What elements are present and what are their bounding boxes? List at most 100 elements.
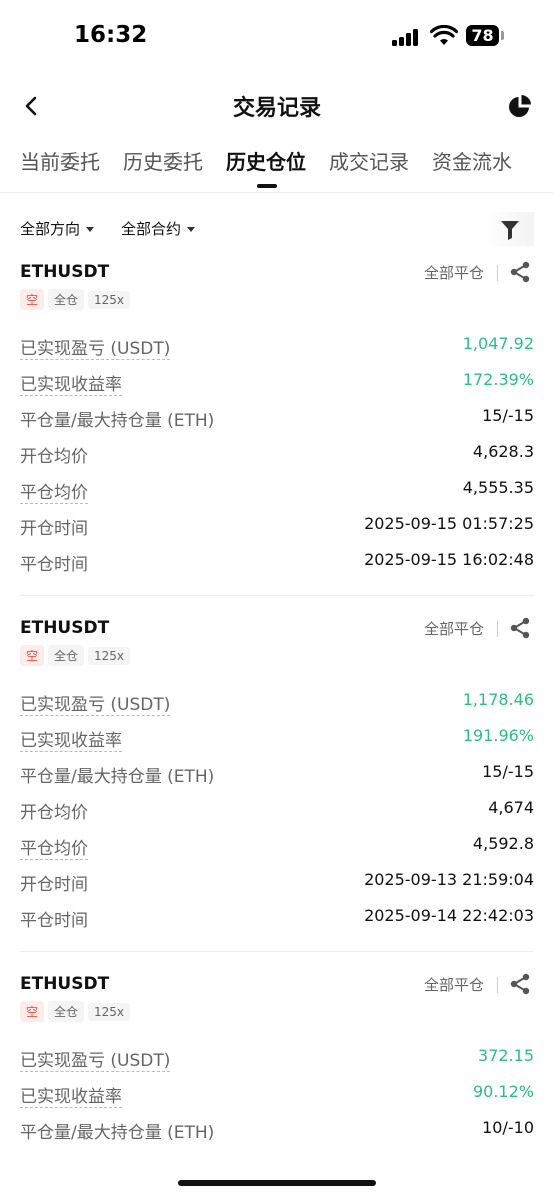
leverage-tag: 125x — [88, 291, 131, 309]
roi-label[interactable]: 已实现收益率 — [20, 370, 122, 396]
open-time-row: 开仓时间 2025-09-13 21:59:04 — [20, 870, 534, 906]
qty-value: 15/-15 — [482, 762, 534, 781]
pnl-label[interactable]: 已实现盈亏 (USDT) — [20, 690, 171, 716]
position-symbol: ETHUSDT — [20, 262, 110, 282]
contract-filter[interactable]: 全部合约 — [121, 218, 196, 239]
separator — [497, 265, 498, 281]
pnl-label[interactable]: 已实现盈亏 (USDT) — [20, 334, 171, 360]
card-divider — [20, 595, 534, 596]
close-time-value: 2025-09-14 22:42:03 — [364, 906, 534, 925]
separator — [497, 977, 498, 993]
close-price-row: 平仓均价 4,555.35 — [20, 478, 534, 514]
tab-order-history[interactable]: 历史委托 — [123, 146, 203, 175]
leverage-tag: 125x — [88, 647, 131, 665]
separator — [497, 621, 498, 637]
open-price-row: 开仓均价 4,628.3 — [20, 442, 534, 478]
qty-row: 平仓量/最大持仓量 (ETH) 10/-10 — [20, 1118, 534, 1154]
margin-mode-tag: 全仓 — [48, 1001, 85, 1022]
filter-bar: 全部方向 全部合约 — [0, 208, 554, 248]
margin-mode-tag: 全仓 — [48, 289, 85, 310]
tab-bar: 当前委托 历史委托 历史仓位 成交记录 资金流水 — [0, 140, 554, 192]
caret-down-icon — [86, 227, 95, 232]
share-icon[interactable] — [508, 260, 532, 284]
share-icon[interactable] — [508, 972, 532, 996]
close-all-button[interactable]: 全部平仓 — [424, 974, 484, 995]
pnl-label[interactable]: 已实现盈亏 (USDT) — [20, 1046, 171, 1072]
qty-row: 平仓量/最大持仓量 (ETH) 15/-15 — [20, 406, 534, 442]
close-all-button[interactable]: 全部平仓 — [424, 618, 484, 639]
share-icon[interactable] — [508, 616, 532, 640]
roi-label[interactable]: 已实现收益率 — [20, 726, 122, 752]
tab-trade-history[interactable]: 成交记录 — [329, 146, 409, 175]
open-price-label: 开仓均价 — [20, 447, 88, 467]
qty-row: 平仓量/最大持仓量 (ETH) 15/-15 — [20, 762, 534, 798]
position-symbol: ETHUSDT — [20, 974, 110, 994]
roi-value: 172.39% — [462, 370, 534, 389]
caret-down-icon — [187, 227, 196, 232]
open-price-label: 开仓均价 — [20, 803, 88, 823]
open-price-row: 开仓均价 4,674 — [20, 798, 534, 834]
tab-funding-flow[interactable]: 资金流水 — [432, 146, 512, 175]
open-price-value: 4,628.3 — [472, 442, 534, 461]
close-time-value: 2025-09-15 16:02:48 — [364, 550, 534, 569]
close-price-value: 4,555.35 — [462, 478, 534, 497]
position-tags: 空全仓 125x — [20, 645, 134, 666]
tab-active-indicator — [257, 184, 277, 188]
battery-tip — [501, 31, 504, 40]
roi-row: 已实现收益率 90.12% — [20, 1082, 534, 1118]
open-time-row: 开仓时间 2025-09-15 01:57:25 — [20, 514, 534, 550]
divider — [0, 192, 554, 193]
margin-mode-tag: 全仓 — [48, 645, 85, 666]
roi-row: 已实现收益率 172.39% — [20, 370, 534, 406]
pnl-row: 已实现盈亏 (USDT) 1,047.92 — [20, 334, 534, 370]
status-bar: 16:32 78 — [0, 0, 554, 70]
close-price-label[interactable]: 平仓均价 — [20, 834, 88, 860]
tab-current-orders[interactable]: 当前委托 — [20, 146, 100, 175]
card-divider — [20, 951, 534, 952]
pnl-row: 已实现盈亏 (USDT) 372.15 — [20, 1046, 534, 1082]
close-time-label: 平仓时间 — [20, 911, 88, 931]
close-time-label: 平仓时间 — [20, 555, 88, 575]
roi-label[interactable]: 已实现收益率 — [20, 1082, 122, 1108]
pnl-value: 1,047.92 — [462, 334, 534, 353]
tab-position-history[interactable]: 历史仓位 — [226, 146, 306, 175]
direction-tag: 空 — [20, 289, 45, 310]
close-time-row: 平仓时间 2025-09-15 16:02:48 — [20, 550, 534, 586]
nav-bar: 交易记录 — [0, 80, 554, 130]
open-time-label: 开仓时间 — [20, 875, 88, 895]
direction-filter[interactable]: 全部方向 — [20, 218, 95, 239]
position-symbol: ETHUSDT — [20, 618, 110, 638]
open-time-label: 开仓时间 — [20, 519, 88, 539]
pie-chart-icon[interactable] — [506, 92, 534, 120]
close-time-row: 平仓时间 2025-09-14 22:42:03 — [20, 906, 534, 942]
qty-label: 平仓量/最大持仓量 (ETH) — [20, 767, 215, 787]
position-tags: 空全仓 125x — [20, 1001, 134, 1022]
roi-value: 90.12% — [472, 1082, 534, 1101]
open-price-value: 4,674 — [488, 798, 534, 817]
page-title: 交易记录 — [232, 96, 321, 121]
funnel-icon — [501, 221, 519, 240]
open-time-value: 2025-09-15 01:57:25 — [364, 514, 534, 533]
close-price-row: 平仓均价 4,592.8 — [20, 834, 534, 870]
close-all-button[interactable]: 全部平仓 — [424, 262, 484, 283]
status-time: 16:32 — [74, 22, 148, 48]
close-price-value: 4,592.8 — [472, 834, 534, 853]
qty-value: 15/-15 — [482, 406, 534, 425]
qty-label: 平仓量/最大持仓量 (ETH) — [20, 1123, 215, 1143]
pnl-value: 1,178.46 — [462, 690, 534, 709]
filter-button[interactable] — [482, 212, 534, 246]
close-price-label[interactable]: 平仓均价 — [20, 478, 88, 504]
tabs-fade — [514, 140, 554, 192]
contract-filter-label: 全部合约 — [121, 220, 182, 238]
roi-value: 191.96% — [462, 726, 534, 745]
home-indicator[interactable] — [178, 1180, 376, 1186]
leverage-tag: 125x — [88, 1003, 131, 1021]
pnl-value: 372.15 — [478, 1046, 534, 1065]
qty-value: 10/-10 — [482, 1118, 534, 1137]
roi-row: 已实现收益率 191.96% — [20, 726, 534, 762]
direction-filter-label: 全部方向 — [20, 220, 81, 238]
position-tags: 空全仓 125x — [20, 289, 134, 310]
direction-tag: 空 — [20, 1001, 45, 1022]
pnl-row: 已实现盈亏 (USDT) 1,178.46 — [20, 690, 534, 726]
cellular-signal-icon — [392, 28, 422, 46]
